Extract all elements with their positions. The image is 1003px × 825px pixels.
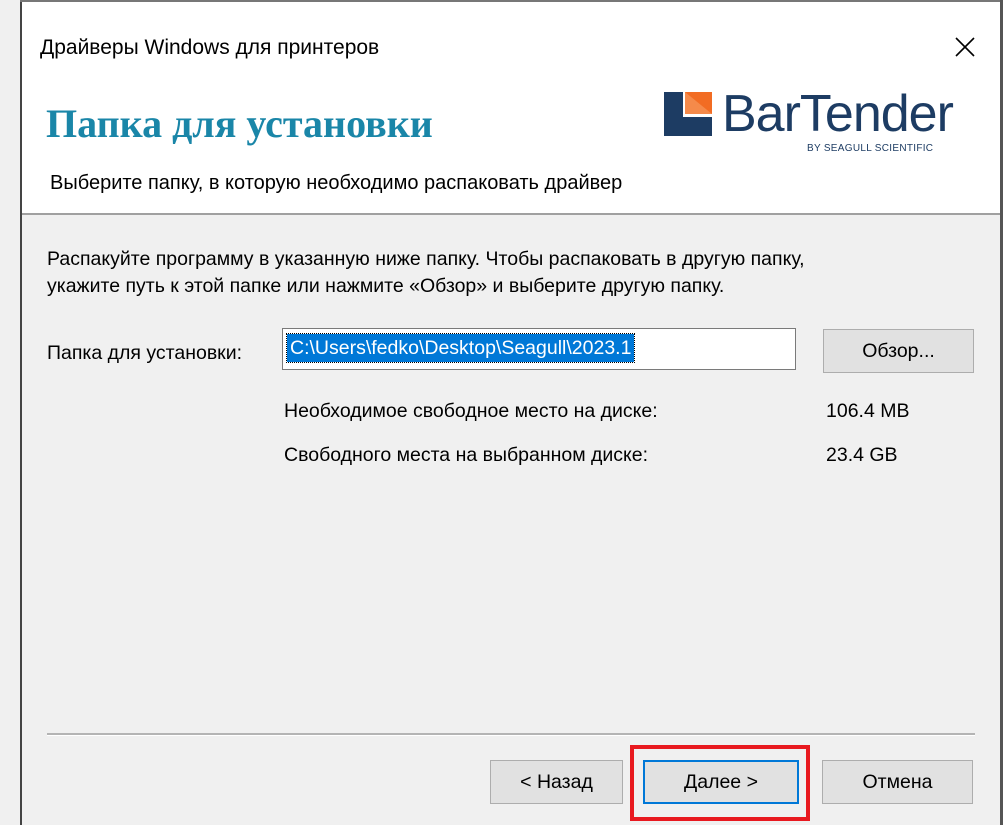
instructions-line-1: Распакуйте программу в указанную ниже па… — [47, 248, 805, 270]
footer-divider — [47, 733, 975, 736]
cancel-button[interactable]: Отмена — [822, 760, 973, 804]
installer-dialog: Драйверы Windows для принтеров Папка для… — [0, 0, 1003, 825]
header-divider — [22, 213, 1000, 215]
browse-button[interactable]: Обзор... — [823, 329, 974, 373]
close-button[interactable] — [948, 30, 982, 64]
install-folder-label: Папка для установки: — [47, 342, 243, 364]
install-folder-input[interactable]: C:\Users\fedko\Desktop\Seagull\2023.1 — [282, 328, 796, 370]
page-title: Папка для установки — [46, 101, 433, 146]
install-folder-path-text: C:\Users\fedko\Desktop\Seagull\2023.1 — [285, 333, 636, 363]
back-button[interactable]: < Назад — [490, 760, 623, 804]
free-space-value: 23.4 GB — [826, 444, 898, 466]
required-space-label: Необходимое свободное место на диске: — [284, 400, 658, 422]
page-subtitle: Выберите папку, в которую необходимо рас… — [50, 172, 623, 194]
logo-byline: BY SEAGULL SCIENTIFIC — [807, 143, 934, 154]
bartender-logo: BarTender BY SEAGULL SCIENTIFIC — [664, 82, 974, 162]
instructions-line-2: укажите путь к этой папке или нажмите «О… — [47, 275, 725, 297]
next-button-highlight — [630, 745, 810, 821]
bartender-logo-icon — [664, 92, 712, 136]
instructions-text: Распакуйте программу в указанную ниже па… — [47, 246, 977, 300]
close-icon — [955, 37, 975, 57]
required-space-value: 106.4 MB — [826, 400, 910, 422]
free-space-label: Свободного места на выбранном диске: — [284, 444, 649, 466]
logo-wordmark: BarTender — [722, 85, 954, 143]
window-title: Драйверы Windows для принтеров — [40, 36, 380, 59]
